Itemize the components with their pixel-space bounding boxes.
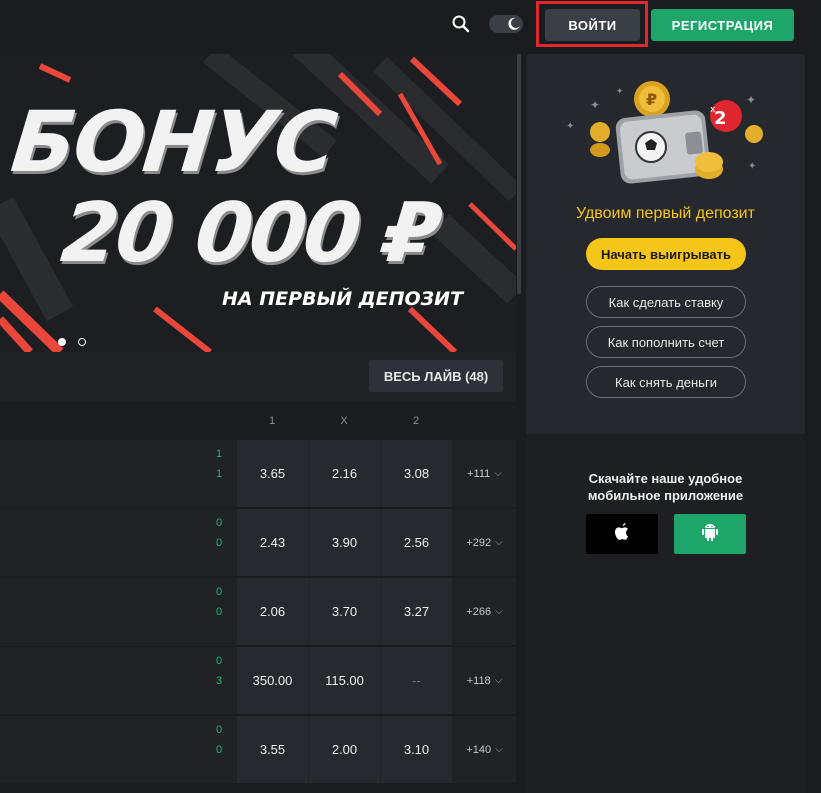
odd-1[interactable]: 3.55 (237, 716, 308, 783)
carousel-dot[interactable] (78, 338, 86, 346)
ios-app-button[interactable] (586, 514, 658, 554)
svg-text:✦: ✦ (746, 93, 756, 107)
android-app-button[interactable] (674, 514, 746, 554)
odd-2[interactable]: 3.08 (381, 440, 452, 507)
odd-1[interactable]: 350.00 (237, 647, 308, 714)
chevron-down-icon: ⌵ (495, 537, 503, 548)
column-x-header: X (340, 415, 348, 427)
odd-2[interactable]: 2.56 (381, 509, 452, 576)
more-count: +292 (466, 536, 492, 549)
login-button[interactable]: ВОЙТИ (545, 9, 640, 41)
odd-x[interactable]: 3.70 (309, 578, 380, 645)
all-live-button[interactable]: ВЕСЬ ЛАЙВ (48) (369, 360, 503, 392)
svg-text:x: x (710, 105, 716, 115)
more-markets[interactable]: +266 ⌵ (453, 578, 516, 645)
more-markets[interactable]: +292 ⌵ (453, 509, 516, 576)
start-winning-button[interactable]: Начать выигрывать (586, 238, 746, 270)
odd-2[interactable]: 3.27 (381, 578, 452, 645)
more-count: +266 (466, 605, 492, 618)
score-home: 0 (215, 655, 223, 667)
match-row[interactable]: 0 0 2.06 3.70 3.27 +266 ⌵ (0, 578, 516, 645)
more-markets[interactable]: +111 ⌵ (453, 440, 516, 507)
score-away: 3 (215, 675, 223, 687)
promo-banner[interactable]: БОНУС 20 000 ₽ НА ПЕРВЫЙ ДЕПОЗИТ (0, 54, 516, 352)
odd-2: -- (381, 647, 452, 714)
register-button[interactable]: РЕГИСТРАЦИЯ (651, 9, 794, 41)
chevron-down-icon: ⌵ (495, 744, 503, 755)
match-row[interactable]: 0 0 3.55 2.00 3.10 +140 ⌵ (0, 716, 516, 783)
more-markets[interactable]: +118 ⌵ (453, 647, 516, 714)
score-away: 0 (215, 537, 223, 549)
column-2-header: 2 (412, 415, 420, 427)
score-home: 0 (215, 724, 223, 736)
column-1-header: 1 (268, 415, 276, 427)
odd-x[interactable]: 115.00 (309, 647, 380, 714)
score-home: 0 (215, 586, 223, 598)
how-to-withdraw-button[interactable]: Как снять деньги (586, 366, 746, 398)
more-count: +140 (466, 743, 492, 756)
chevron-down-icon: ⌵ (494, 675, 503, 686)
odd-x[interactable]: 2.00 (309, 716, 380, 783)
score-away: 1 (215, 468, 223, 480)
odd-1[interactable]: 3.65 (237, 440, 308, 507)
score-home: 0 (215, 517, 223, 529)
score-home: 1 (215, 448, 223, 460)
odd-1[interactable]: 2.43 (237, 509, 308, 576)
scrollbar-thumb[interactable] (517, 54, 521, 294)
svg-text:✦: ✦ (590, 98, 600, 112)
more-markets[interactable]: +140 ⌵ (453, 716, 516, 783)
odd-x[interactable]: 3.90 (309, 509, 380, 576)
scrollbar[interactable] (516, 54, 522, 793)
svg-text:2: 2 (714, 108, 727, 129)
chevron-down-icon: ⌵ (494, 468, 502, 479)
odd-x[interactable]: 2.16 (309, 440, 380, 507)
android-icon (701, 522, 719, 547)
app-text-line-2: мобильное приложение (587, 488, 744, 503)
wallet-illustration: ✦ ✦ ✦ ✦ ✦ ₽ 2 x (566, 81, 763, 184)
banner-title: БОНУС (6, 93, 340, 191)
score-away: 0 (215, 606, 223, 618)
match-row[interactable]: 1 1 3.65 2.16 3.08 +111 ⌵ (0, 440, 516, 507)
match-row[interactable]: 0 3 350.00 115.00 -- +118 ⌵ (0, 647, 516, 714)
app-text-line-1: Скачайте наше удобное (588, 471, 743, 486)
odds-column-header: 1 X 2 (0, 402, 516, 440)
carousel-dot-active[interactable] (58, 338, 66, 346)
match-row[interactable]: 0 0 2.43 3.90 2.56 +292 ⌵ (0, 509, 516, 576)
svg-text:✦: ✦ (566, 121, 574, 132)
how-to-deposit-button[interactable]: Как пополнить счет (586, 326, 746, 358)
odd-1[interactable]: 2.06 (237, 578, 308, 645)
theme-toggle[interactable] (489, 15, 523, 33)
svg-text:₽: ₽ (646, 90, 657, 109)
more-count: +111 (467, 467, 491, 480)
banner-subtitle: НА ПЕРВЫЙ ДЕПОЗИТ (222, 288, 464, 310)
svg-text:✦: ✦ (748, 161, 756, 172)
svg-text:✦: ✦ (616, 87, 624, 97)
odd-2[interactable]: 3.10 (381, 716, 452, 783)
moon-icon (507, 17, 521, 31)
promo-text: Удвоим первый депозит (576, 205, 755, 222)
score-away: 0 (215, 744, 223, 756)
banner-amount: 20 000 ₽ (57, 186, 443, 281)
how-to-bet-button[interactable]: Как сделать ставку (586, 286, 746, 318)
chevron-down-icon: ⌵ (495, 606, 503, 617)
apple-icon (613, 522, 631, 547)
search-icon[interactable] (451, 14, 471, 34)
app-download-text: Скачайте наше удобное мобильное приложен… (526, 470, 805, 504)
more-count: +118 (466, 674, 491, 687)
